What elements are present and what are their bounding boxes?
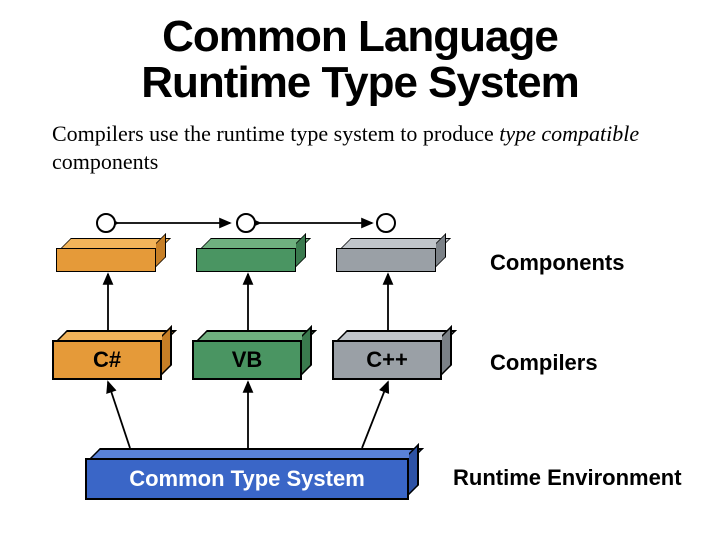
slide-subtitle: Compilers use the runtime type system to… (0, 106, 660, 175)
label-compilers: Compilers (490, 350, 598, 376)
interface-circle-1 (96, 213, 116, 233)
title-line-1: Common Language (162, 12, 558, 61)
compiler-vb-label: VB (232, 347, 263, 373)
subtitle-emphasis: type compatible (499, 121, 639, 146)
interface-circle-3 (376, 213, 396, 233)
diagram-area: C# VB C++ Common Type System Components … (0, 210, 720, 530)
subtitle-part-2: components (52, 149, 158, 174)
interface-circle-2 (236, 213, 256, 233)
label-runtime-env: Runtime Environment (453, 465, 682, 491)
title-line-2: Runtime Type System (141, 58, 578, 107)
slide-title: Common Language Runtime Type System (0, 0, 720, 106)
subtitle-part-1: Compilers use the runtime type system to… (52, 121, 499, 146)
compiler-cpp-label: C++ (366, 347, 408, 373)
compiler-csharp-label: C# (93, 347, 121, 373)
cts-label: Common Type System (129, 466, 365, 492)
label-components: Components (490, 250, 624, 276)
